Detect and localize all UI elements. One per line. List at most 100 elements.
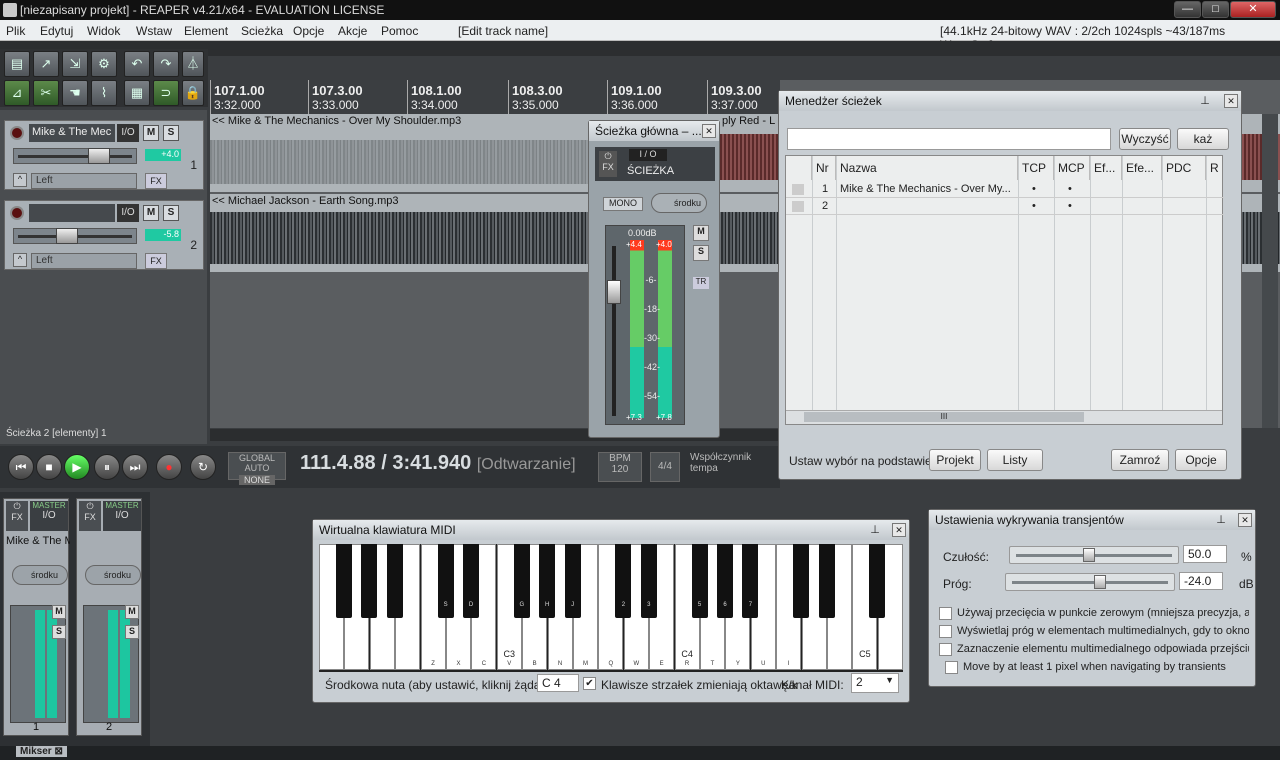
time-signature[interactable]: 4/4	[650, 452, 680, 482]
menu-edytuj[interactable]: Edytuj	[40, 24, 73, 38]
menu-element[interactable]: Element	[184, 24, 228, 38]
pin-icon[interactable]: ⊥	[1215, 513, 1227, 527]
lock-icon[interactable]: 🔒	[182, 80, 204, 106]
menu-widok[interactable]: Widok	[87, 24, 120, 38]
timeline-ruler[interactable]: 107.1.00 3:32.000 107.3.00 3:33.000 108.1.…	[210, 80, 780, 114]
mute-button[interactable]: M	[143, 205, 159, 221]
table-row[interactable]: 1 Mike & The Mechanics - Over My... • •	[786, 181, 1224, 198]
io-button[interactable]: I/O	[117, 204, 139, 222]
close-button[interactable]: ✕	[1230, 1, 1276, 18]
menu-pomoc[interactable]: Pomoc	[381, 24, 418, 38]
sensitivity-slider[interactable]	[1009, 546, 1179, 564]
black-key[interactable]	[361, 544, 378, 618]
lists-button[interactable]: Listy	[987, 449, 1043, 471]
snap-icon[interactable]: ✂	[33, 80, 59, 106]
menu-opcje[interactable]: Opcje	[293, 24, 324, 38]
envelope-arrow-icon[interactable]: ^	[13, 253, 27, 267]
solo-button[interactable]: S	[125, 625, 139, 639]
options-button[interactable]: Opcje	[1175, 449, 1227, 471]
column-header[interactable]: MCP	[1054, 156, 1090, 180]
menu-akcje[interactable]: Akcje	[338, 24, 367, 38]
ripple-icon[interactable]: ☚	[62, 80, 88, 106]
track-name-field[interactable]	[29, 204, 115, 222]
close-icon[interactable]: ✕	[1224, 94, 1238, 108]
black-key[interactable]	[336, 544, 352, 618]
vertical-scrollbar[interactable]	[1262, 114, 1278, 428]
master-send-button[interactable]: MASTER I/O	[30, 501, 68, 531]
show-threshold-checkbox[interactable]	[939, 625, 952, 638]
mono-button[interactable]: MONO	[603, 197, 643, 211]
master-send-button[interactable]: MASTER I/O	[103, 501, 141, 531]
open-project-icon[interactable]: ↗	[33, 51, 59, 77]
io-button[interactable]: I/O	[117, 124, 139, 142]
fader-meter[interactable]: 0.00dB +4.4 +4.0 -6- -18- -30- -42- -54- +7.…	[605, 225, 685, 425]
mute-button[interactable]: M	[143, 125, 159, 141]
auto-crossfade-icon[interactable]: ⌇	[91, 80, 117, 106]
save-project-icon[interactable]: ⇲	[62, 51, 88, 77]
black-key[interactable]: 7	[742, 544, 759, 618]
go-to-end-icon[interactable]: ⏭	[122, 454, 148, 480]
edit-track-name[interactable]: [Edit track name]	[458, 24, 548, 38]
column-header[interactable]: R	[1206, 156, 1224, 180]
mixer-tab[interactable]: Mikser ⊠	[16, 746, 67, 757]
sensitivity-value[interactable]: 50.0	[1183, 545, 1227, 563]
undo-icon[interactable]: ↶	[124, 51, 150, 77]
black-key[interactable]	[386, 544, 403, 618]
fader-knob[interactable]	[607, 280, 621, 304]
pan-knob[interactable]: środku	[651, 193, 707, 213]
black-key[interactable]	[793, 544, 810, 618]
fx-button[interactable]: FX	[145, 253, 167, 269]
maximize-button[interactable]: □	[1202, 1, 1229, 18]
black-key[interactable]: 2	[615, 544, 632, 618]
move-1px-checkbox[interactable]	[945, 661, 958, 674]
close-icon[interactable]: ✕	[702, 124, 716, 138]
black-key[interactable]: J	[564, 544, 581, 618]
volume-slider[interactable]	[13, 148, 137, 164]
column-header[interactable]: Nr	[812, 156, 836, 180]
filter-input[interactable]	[787, 128, 1111, 150]
mute-button[interactable]: M	[693, 225, 709, 241]
loop-icon[interactable]: ⊃	[153, 80, 179, 106]
record-arm-button[interactable]	[10, 126, 24, 140]
track-name-field[interactable]: Mike & The Mec	[29, 124, 115, 142]
repeat-icon[interactable]: ↻	[190, 454, 216, 480]
column-header[interactable]: PDC	[1162, 156, 1206, 180]
envelope-arrow-icon[interactable]: ^	[13, 173, 27, 187]
pan-knob[interactable]: środku	[85, 565, 141, 585]
freeze-button[interactable]: Zamroź	[1111, 449, 1169, 471]
column-header[interactable]: TCP	[1018, 156, 1054, 180]
bpm-display[interactable]: BPM 120	[598, 452, 642, 482]
mute-button[interactable]: M	[125, 605, 139, 619]
clear-button[interactable]: Wyczyść	[1119, 128, 1171, 150]
column-header[interactable]: Efe...	[1122, 156, 1162, 180]
solo-button[interactable]: S	[693, 245, 709, 261]
close-icon[interactable]: ✕	[892, 523, 906, 537]
arrow-keys-checkbox[interactable]: ✔	[583, 677, 596, 690]
zero-crossing-checkbox[interactable]	[939, 607, 952, 620]
stop-icon[interactable]: ■	[36, 454, 62, 480]
menu-sciezka[interactable]: Scieżka	[241, 24, 283, 38]
solo-button[interactable]: S	[163, 205, 179, 221]
black-key[interactable]: D	[463, 544, 479, 618]
channel-fader[interactable]	[10, 605, 66, 723]
volume-slider[interactable]	[13, 228, 137, 244]
black-key[interactable]	[818, 544, 835, 618]
fx-button[interactable]: ⏻ FX	[6, 501, 28, 531]
grid-lines-icon[interactable]: ▦	[124, 80, 150, 106]
black-key[interactable]: 6	[717, 544, 733, 618]
table-scrollbar[interactable]: III	[786, 410, 1222, 424]
black-key[interactable]: S	[437, 544, 454, 618]
black-key[interactable]: H	[539, 544, 556, 618]
black-key[interactable]	[869, 544, 886, 618]
solo-button[interactable]: S	[52, 625, 66, 639]
fx-button[interactable]: FX	[145, 173, 167, 189]
pin-icon[interactable]: ⊥	[869, 523, 881, 537]
global-auto-button[interactable]: GLOBAL AUTO NONE	[228, 452, 286, 485]
project-settings-icon[interactable]: ⚙	[91, 51, 117, 77]
record-arm-button[interactable]	[10, 206, 24, 220]
grid-icon[interactable]: ⊿	[4, 80, 30, 106]
timecode-display[interactable]: 111.4.88 / 3:41.940 [Odtwarzanie]	[300, 452, 576, 475]
minimize-button[interactable]: —	[1174, 1, 1201, 18]
metronome-icon[interactable]: ⏃	[182, 51, 204, 77]
fx-button[interactable]: ⏻ FX	[79, 501, 101, 531]
